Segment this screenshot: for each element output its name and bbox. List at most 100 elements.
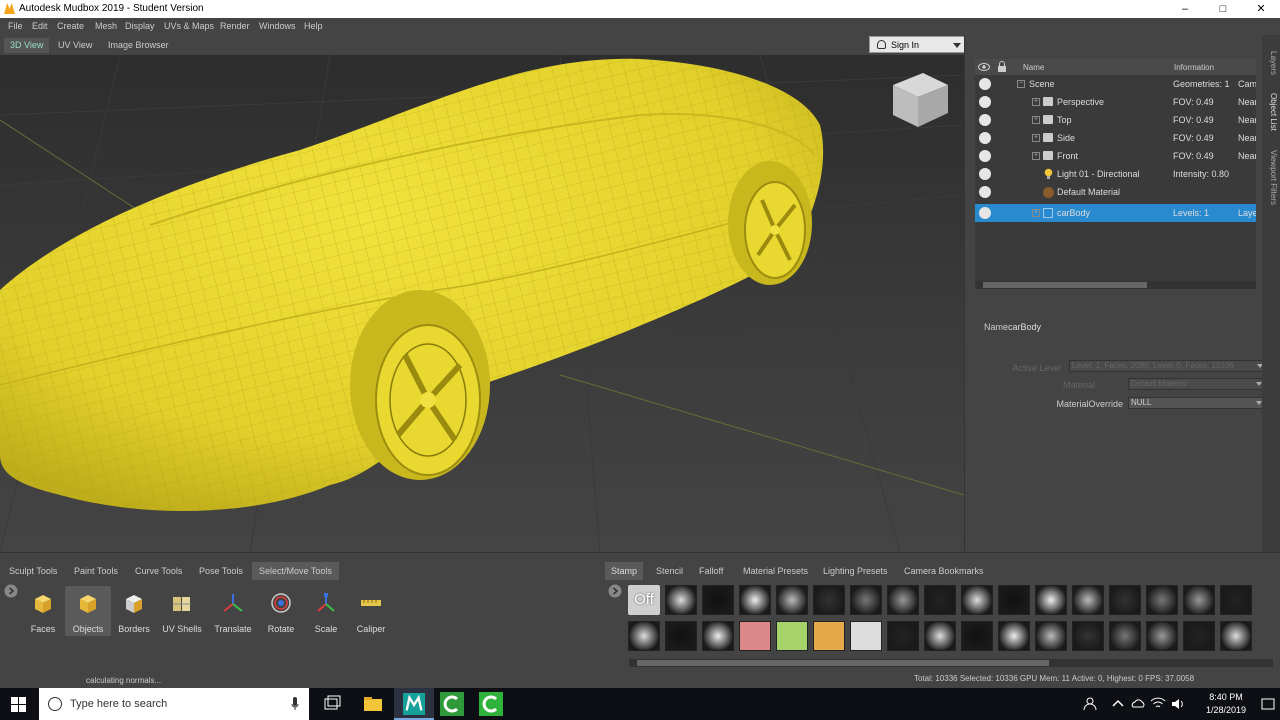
taskbar-search-box[interactable]: Type here to search xyxy=(39,688,309,720)
menu-mesh[interactable]: Mesh xyxy=(95,21,117,31)
cloud-sync-icon[interactable] xyxy=(1130,692,1146,716)
visibility-toggle[interactable] xyxy=(979,168,991,180)
tool-borders[interactable]: Borders xyxy=(111,586,157,636)
tab-uv-view[interactable]: UV View xyxy=(52,38,98,53)
system-clock[interactable]: 8:40 PM 1/28/2019 xyxy=(1196,691,1256,717)
taskbar-mudbox-active[interactable] xyxy=(394,688,434,720)
stamp-thumbnail[interactable] xyxy=(850,621,882,651)
object-name-field[interactable]: carBody xyxy=(1008,322,1041,332)
stamp-thumbnail[interactable] xyxy=(702,585,734,615)
visibility-toggle[interactable] xyxy=(979,150,991,162)
expand-icon[interactable]: + xyxy=(1032,134,1040,142)
menu-windows[interactable]: Windows xyxy=(259,21,296,31)
eye-icon[interactable] xyxy=(978,62,990,72)
windows-start-icon[interactable] xyxy=(11,697,26,712)
stamp-off-button[interactable]: Off xyxy=(628,585,660,615)
stamp-thumbnail[interactable] xyxy=(924,621,956,651)
stamp-thumbnail[interactable] xyxy=(887,585,919,615)
stamp-thumbnail[interactable] xyxy=(1109,621,1141,651)
tab-camera-bookmarks[interactable]: Camera Bookmarks xyxy=(897,562,991,580)
tab-lighting-presets[interactable]: Lighting Presets xyxy=(816,562,895,580)
stamp-thumbnail[interactable] xyxy=(628,621,660,651)
stamp-thumbnail[interactable] xyxy=(776,621,808,651)
maximize-button[interactable]: □ xyxy=(1204,0,1242,18)
visibility-toggle[interactable] xyxy=(979,132,991,144)
tool-translate[interactable]: Translate xyxy=(210,586,256,636)
menu-file[interactable]: File xyxy=(8,21,23,31)
stamp-thumbnail[interactable] xyxy=(813,585,845,615)
name-column-header[interactable]: Name xyxy=(1023,63,1044,72)
stamp-thumbnail[interactable] xyxy=(850,585,882,615)
menu-uvs-maps[interactable]: UVs & Maps xyxy=(164,21,214,31)
visibility-toggle[interactable] xyxy=(979,96,991,108)
tab-sculpt-tools[interactable]: Sculpt Tools xyxy=(2,562,64,580)
camtasia-editor-icon[interactable] xyxy=(479,692,503,716)
tree-row-perspective[interactable]: + Perspective FOV: 0.49 Near xyxy=(975,93,1256,111)
camtasia-recorder-icon[interactable] xyxy=(440,692,464,716)
tool-objects[interactable]: Objects xyxy=(65,586,111,636)
view-cube-icon[interactable] xyxy=(893,73,948,127)
tool-scale[interactable]: Scale xyxy=(303,586,349,636)
stamp-thumbnail[interactable] xyxy=(665,621,697,651)
stamp-thumbnail[interactable] xyxy=(1183,585,1215,615)
visibility-toggle[interactable] xyxy=(979,114,991,126)
stamp-thumbnail[interactable] xyxy=(702,621,734,651)
tool-rotate[interactable]: Rotate xyxy=(258,586,304,636)
stamp-thumbnail[interactable] xyxy=(1183,621,1215,651)
lock-icon[interactable] xyxy=(997,61,1007,73)
visibility-toggle[interactable] xyxy=(979,207,991,219)
tab-falloff[interactable]: Falloff xyxy=(692,562,730,580)
chevron-up-icon[interactable] xyxy=(1110,692,1126,716)
expand-icon[interactable]: + xyxy=(1032,152,1040,160)
stamp-thumbnail[interactable] xyxy=(813,621,845,651)
people-icon[interactable] xyxy=(1081,692,1099,716)
stamp-thumbnail[interactable] xyxy=(1220,621,1252,651)
expand-icon[interactable]: + xyxy=(1032,98,1040,106)
tree-row-scene[interactable]: − Scene Geometries: 1 Cam xyxy=(975,75,1256,93)
tab-curve-tools[interactable]: Curve Tools xyxy=(128,562,189,580)
side-tab-viewport-filters[interactable]: Viewport Filters xyxy=(1264,145,1278,209)
stamp-thumbnail[interactable] xyxy=(887,621,919,651)
stamp-thumbnail[interactable] xyxy=(1035,585,1067,615)
close-button[interactable]: ✕ xyxy=(1242,0,1280,18)
menu-help[interactable]: Help xyxy=(304,21,323,31)
stamp-thumbnail[interactable] xyxy=(739,621,771,651)
tab-stamp[interactable]: Stamp xyxy=(605,562,644,580)
stamp-thumbnail[interactable] xyxy=(1109,585,1141,615)
tree-row-side[interactable]: + Side FOV: 0.49 Near xyxy=(975,129,1256,147)
tool-faces[interactable]: Faces xyxy=(20,586,66,636)
stamp-thumbnail[interactable] xyxy=(665,585,697,615)
task-view-icon[interactable] xyxy=(320,692,344,716)
stamp-thumbnail[interactable] xyxy=(739,585,771,615)
stamp-thumbnail[interactable] xyxy=(1072,585,1104,615)
tree-row-front[interactable]: + Front FOV: 0.49 Near xyxy=(975,147,1256,165)
tree-row-material[interactable]: Default Material xyxy=(975,183,1256,201)
file-explorer-icon[interactable] xyxy=(361,692,385,716)
tree-row-top[interactable]: + Top FOV: 0.49 Near xyxy=(975,111,1256,129)
tool-caliper[interactable]: Caliper xyxy=(348,586,394,636)
stamp-thumbnail[interactable] xyxy=(961,621,993,651)
menu-render[interactable]: Render xyxy=(220,21,250,31)
stamp-thumbnail[interactable] xyxy=(1072,621,1104,651)
side-tab-layers[interactable]: Layers xyxy=(1264,43,1278,83)
collapse-icon[interactable]: − xyxy=(1017,80,1025,88)
tab-image-browser[interactable]: Image Browser xyxy=(102,38,175,53)
stamp-thumbnail[interactable] xyxy=(776,585,808,615)
menu-edit[interactable]: Edit xyxy=(32,21,48,31)
sign-in-dropdown[interactable]: Sign In xyxy=(869,36,966,53)
3d-viewport[interactable] xyxy=(0,55,964,552)
viewport-canvas[interactable] xyxy=(0,55,964,552)
tab-material-presets[interactable]: Material Presets xyxy=(736,562,815,580)
stamp-thumbnail[interactable] xyxy=(998,621,1030,651)
tree-row-carbody[interactable]: + carBody Levels: 1 Laye xyxy=(975,204,1256,222)
scrollbar-thumb[interactable] xyxy=(637,660,1049,666)
tab-3d-view[interactable]: 3D View xyxy=(4,38,50,53)
material-dropdown[interactable]: Default Material xyxy=(1128,378,1266,390)
info-column-header[interactable]: Information xyxy=(1174,63,1214,72)
scrollbar-thumb[interactable] xyxy=(983,282,1147,288)
active-level-dropdown[interactable]: Level: 1, Faces: 2080, Level: 0, Faces: … xyxy=(1069,360,1267,372)
stamp-thumbnail[interactable] xyxy=(924,585,956,615)
tray-next-icon[interactable] xyxy=(608,584,622,598)
side-tab-object-list[interactable]: Object List xyxy=(1264,87,1278,137)
tree-row-light[interactable]: Light 01 - Directional Intensity: 0.80 xyxy=(975,165,1256,183)
